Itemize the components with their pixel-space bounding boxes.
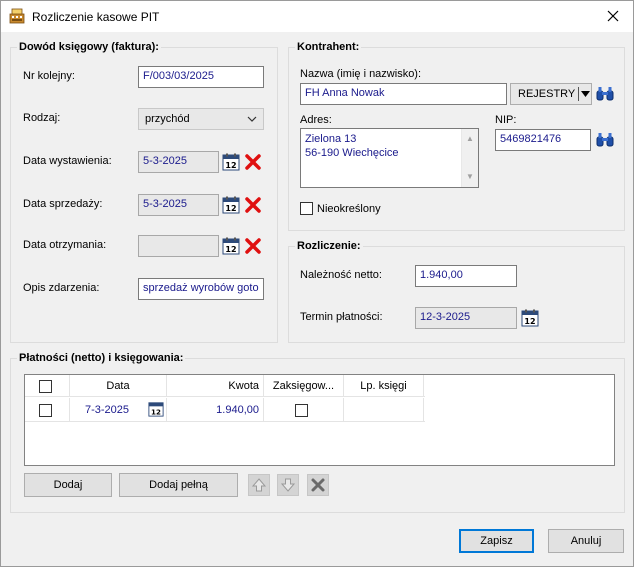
opis-zdarzenia-input[interactable]: sprzedaż wyrobów goto (138, 278, 264, 300)
binoculars-icon[interactable] (595, 84, 615, 104)
select-all-checkbox[interactable] (39, 380, 52, 393)
rodzaj-select[interactable]: przychód (138, 108, 264, 130)
column-header-data[interactable]: Data (70, 375, 167, 397)
data-otrzymania-input[interactable] (138, 235, 219, 257)
rejestry-label: REJESTRY (518, 88, 576, 100)
adres-line-1: Zielona 13 (305, 133, 357, 145)
calendar-icon[interactable]: 12 (222, 196, 240, 214)
kontrahent-group-title: Kontrahent: (295, 41, 362, 53)
adres-scrollbar[interactable]: ▲ ▼ (461, 129, 478, 187)
rejestry-divider (578, 87, 579, 101)
nieokreslony-checkbox[interactable] (300, 202, 313, 215)
nip-input[interactable]: 5469821476 (495, 129, 591, 151)
calendar-icon[interactable]: 12 (148, 401, 164, 417)
platnosci-group-title: Płatności (netto) i księgowania: (17, 352, 186, 364)
grid-header: Data Kwota Zaksięgow... Lp. księgi (25, 375, 425, 397)
data-wystawienia-input[interactable]: 5-3-2025 (138, 151, 219, 173)
row-data-cell[interactable]: 7-3-2025 12 (70, 398, 167, 422)
anuluj-button[interactable]: Anuluj (548, 529, 624, 553)
termin-platnosci-label: Termin płatności: (300, 311, 383, 323)
close-button[interactable] (593, 1, 633, 31)
nr-kolejny-label: Nr kolejny: (23, 70, 75, 82)
adres-line-2: 56-190 Wiechęcice (305, 147, 399, 159)
calendar-icon[interactable]: 12 (222, 153, 240, 171)
data-sprzedazy-input[interactable]: 5-3-2025 (138, 194, 219, 216)
title-bar: Rozliczenie kasowe PIT (1, 1, 633, 32)
adres-label: Adres: (300, 114, 332, 126)
nieokreslony-label: Nieokreślony (317, 203, 381, 215)
svg-text:12: 12 (225, 204, 236, 213)
header-select-cell (25, 375, 70, 397)
dowod-group-title: Dowód księgowy (faktura): (17, 41, 161, 53)
column-header-zaksiegowano[interactable]: Zaksięgow... (264, 375, 344, 397)
column-header-kwota[interactable]: Kwota (167, 375, 264, 397)
scroll-up-icon[interactable]: ▲ (462, 131, 478, 147)
app-cash-register-icon (9, 8, 25, 24)
close-icon (607, 10, 619, 22)
zapisz-button[interactable]: Zapisz (459, 529, 534, 553)
delete-x-icon (311, 478, 325, 492)
data-otrzymania-label: Data otrzymania: (23, 239, 107, 251)
opis-zdarzenia-label: Opis zdarzenia: (23, 282, 100, 294)
platnosci-grid[interactable]: Data Kwota Zaksięgow... Lp. księgi 7-3-2… (24, 374, 615, 466)
svg-text:12: 12 (151, 407, 161, 416)
row-kwota-cell[interactable]: 1.940,00 (167, 398, 264, 422)
scroll-down-icon[interactable]: ▼ (462, 169, 478, 185)
chevron-down-icon (247, 116, 257, 122)
move-up-button[interactable] (248, 474, 270, 496)
rejestry-button[interactable]: REJESTRY (510, 83, 592, 105)
nazwa-input[interactable]: FH Anna Nowak (300, 83, 507, 105)
rodzaj-select-value: przychód (145, 113, 190, 125)
adres-textarea[interactable]: Zielona 13 56-190 Wiechęcice ▲ ▼ (300, 128, 479, 188)
move-down-button[interactable] (277, 474, 299, 496)
data-wystawienia-label: Data wystawienia: (23, 155, 112, 167)
data-sprzedazy-label: Data sprzedaży: (23, 198, 103, 210)
column-header-lp-ksiegi[interactable]: Lp. księgi (344, 375, 424, 397)
rodzaj-label: Rodzaj: (23, 112, 61, 124)
svg-text:12: 12 (225, 245, 236, 254)
naleznosc-netto-label: Należność netto: (300, 269, 382, 281)
naleznosc-netto-input[interactable]: 1.940,00 (415, 265, 517, 287)
row-data-value: 7-3-2025 (85, 404, 130, 416)
delete-x-icon[interactable] (244, 196, 262, 214)
nazwa-label: Nazwa (imię i nazwisko): (300, 68, 422, 80)
row-checkbox[interactable] (39, 404, 52, 417)
arrow-down-icon (280, 478, 296, 492)
nip-label: NIP: (495, 114, 517, 126)
delete-x-icon[interactable] (244, 237, 262, 255)
delete-row-button[interactable] (307, 474, 329, 496)
svg-text:12: 12 (524, 317, 535, 326)
termin-platnosci-input[interactable]: 12-3-2025 (415, 307, 517, 329)
binoculars-icon[interactable] (595, 130, 615, 150)
chevron-down-icon (581, 91, 590, 97)
row-lp-ksiegi-cell[interactable] (344, 398, 424, 422)
nr-kolejny-input[interactable]: F/003/03/2025 (138, 66, 264, 88)
arrow-up-icon (251, 478, 267, 492)
zaksiegowano-checkbox[interactable] (295, 404, 308, 417)
table-row[interactable]: 7-3-2025 12 1.940,00 (25, 398, 425, 422)
dodaj-button[interactable]: Dodaj (24, 473, 112, 497)
rozliczenie-group-title: Rozliczenie: (295, 240, 363, 252)
row-zaksiegowano-cell[interactable] (264, 398, 344, 422)
dialog-window: Rozliczenie kasowe PIT Dowód księgowy (f… (0, 0, 634, 567)
dodaj-pelna-button[interactable]: Dodaj pełną (119, 473, 238, 497)
calendar-icon[interactable]: 12 (222, 237, 240, 255)
svg-text:12: 12 (225, 161, 236, 170)
window-title: Rozliczenie kasowe PIT (32, 10, 160, 24)
calendar-icon[interactable]: 12 (521, 309, 539, 327)
delete-x-icon[interactable] (244, 153, 262, 171)
row-select-cell (25, 398, 70, 422)
